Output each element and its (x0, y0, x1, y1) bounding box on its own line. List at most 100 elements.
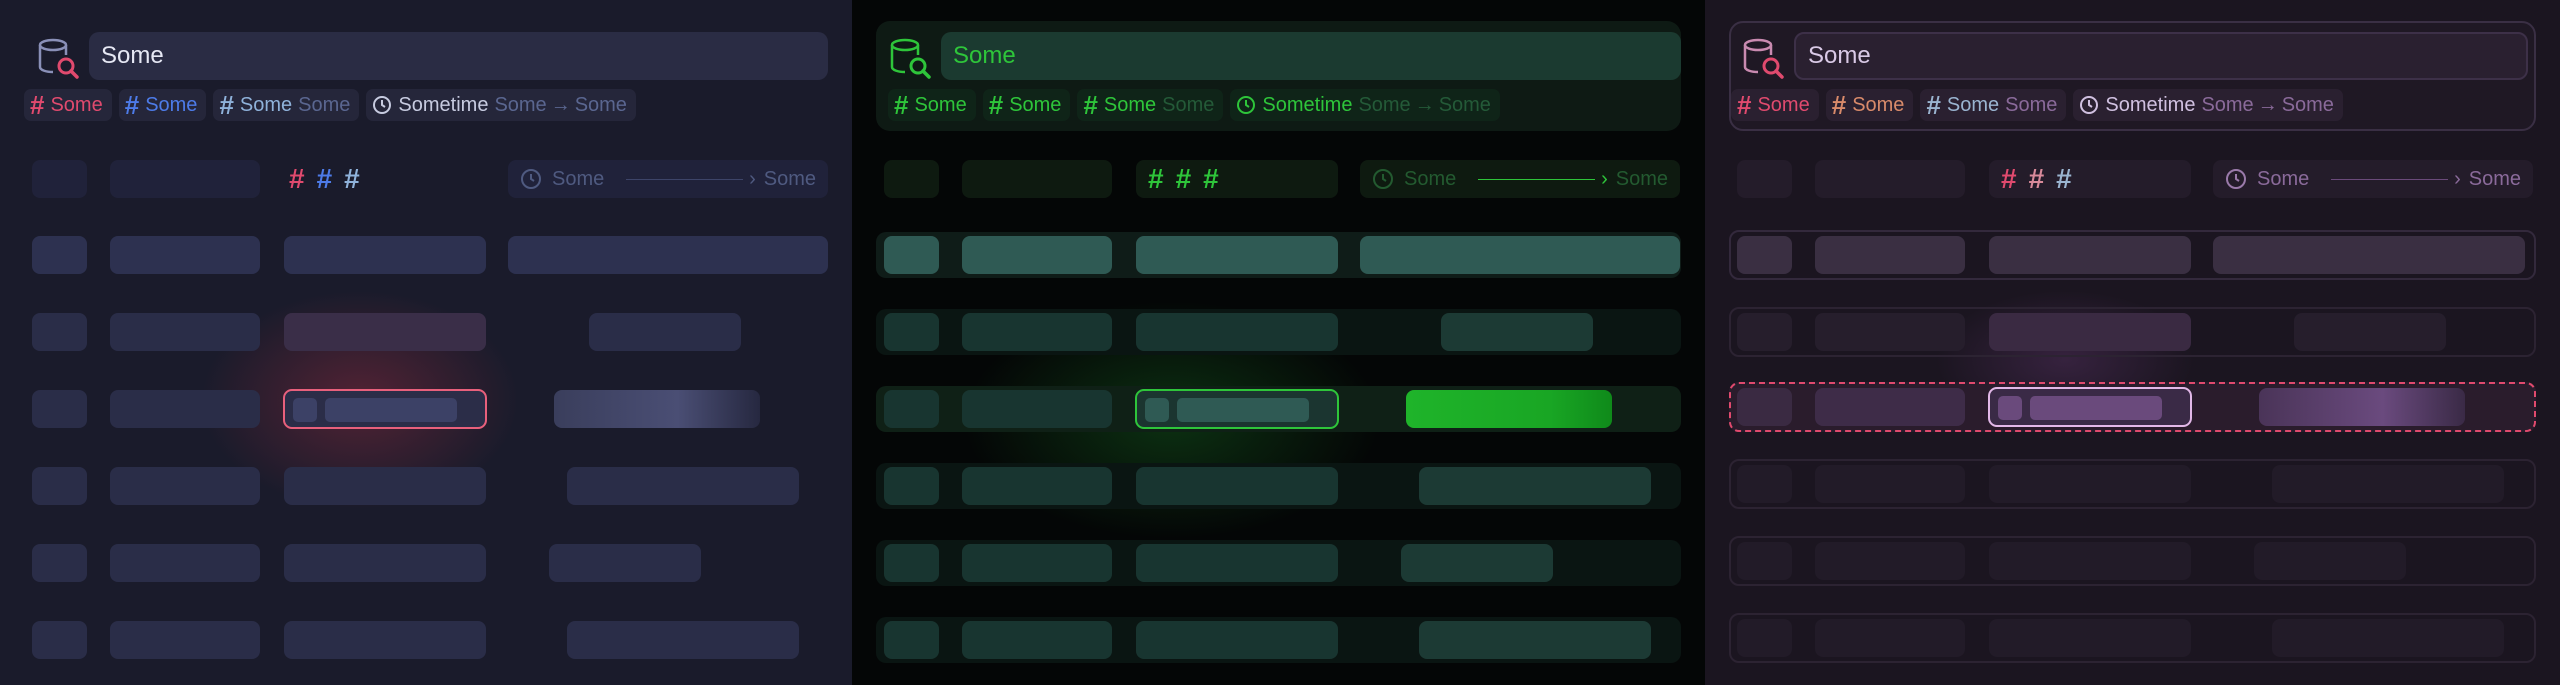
chip-sublabel: Some (2005, 93, 2058, 116)
chip-label: Sometime (1262, 93, 1353, 116)
database-search-icon (38, 38, 79, 79)
search-header: Some # Some # Some # Some Some Sometime … (1729, 21, 2536, 131)
search-header: Some # Some # Some # Some Some Sometime … (24, 21, 828, 131)
duration-bar (554, 390, 760, 428)
time-from: Some (1404, 167, 1457, 190)
filter-chip[interactable]: # Some (982, 89, 1071, 121)
hash-icon: # (2028, 163, 2045, 194)
arrow-right-icon: → (550, 93, 571, 116)
selected-cell[interactable] (1988, 387, 2192, 427)
table-row[interactable] (1729, 230, 2536, 280)
chip-label: Some (1946, 93, 2000, 116)
column-header: # # # Some › Some (24, 160, 828, 198)
table-row[interactable] (876, 540, 1681, 586)
table-row[interactable] (24, 467, 828, 505)
time-from: Some (494, 93, 547, 116)
filter-chip[interactable]: # Some Some (1920, 89, 2067, 121)
time-range-chip[interactable]: Sometime Some → Some (366, 89, 636, 121)
table-row[interactable] (876, 617, 1681, 663)
table-row[interactable] (24, 621, 828, 659)
clock-icon (521, 169, 541, 189)
hash-icon: # (988, 90, 1004, 120)
panel-green: Some # Some # Some # Some Some Sometime … (852, 0, 1705, 685)
arrow-right-icon: › (749, 167, 756, 190)
time-range-chip[interactable]: Sometime Some → Some (1230, 89, 1500, 121)
time-to: Some (763, 167, 816, 190)
time-to: Some (2468, 167, 2521, 190)
table-row[interactable] (876, 232, 1681, 278)
hash-icon: # (2001, 163, 2017, 194)
chip-label: Some (1852, 93, 1905, 116)
column-header: # # # Some › Some (1729, 160, 2536, 198)
hash-icon: # (289, 163, 305, 194)
arrow-line (2331, 178, 2449, 180)
clock-icon (373, 96, 392, 114)
duration-bar (1406, 390, 1612, 428)
column-header: # # # Some › Some (876, 160, 1681, 198)
panel-dark: Some # Some # Some # Some Some Sometime … (0, 0, 852, 685)
filter-chip[interactable]: # Some Some (1077, 89, 1224, 121)
time-to: Some (574, 93, 627, 116)
chip-label: Some (1009, 93, 1062, 116)
time-range-header: Some › Some (1360, 160, 1680, 198)
table-row[interactable] (1729, 459, 2536, 509)
search-header: Some # Some # Some # Some Some Sometime … (876, 21, 1681, 131)
table-row[interactable] (1729, 307, 2536, 357)
search-input[interactable]: Some (89, 32, 828, 80)
table-row[interactable] (1729, 613, 2536, 663)
table-row[interactable] (1729, 536, 2536, 586)
table-row[interactable] (876, 463, 1681, 509)
table-row[interactable] (876, 309, 1681, 355)
hash-icon: # (2056, 163, 2072, 194)
hash-icon: # (124, 90, 140, 120)
chip-label: Some (145, 93, 198, 116)
filter-chips: # Some # Some # Some Some Sometime Some … (24, 89, 636, 121)
hash-icon: # (316, 163, 333, 194)
search-input[interactable]: Some (941, 32, 1681, 80)
search-value: Some (953, 42, 1016, 69)
table-row-selected[interactable] (876, 386, 1681, 432)
time-range-chip[interactable]: Sometime Some → Some (2073, 89, 2343, 121)
time-to: Some (2281, 93, 2334, 116)
hash-icon: # (30, 90, 45, 120)
hash-icon: # (1083, 90, 1098, 120)
arrow-right-icon: → (1414, 93, 1435, 116)
clock-icon (1237, 96, 1256, 114)
database-search-icon (890, 38, 931, 79)
clock-icon (1373, 169, 1393, 189)
selected-cell[interactable] (1135, 389, 1339, 429)
database-search-icon (1743, 38, 1784, 79)
time-from: Some (2257, 167, 2310, 190)
chip-label: Some (914, 93, 967, 116)
hash-icon: # (1175, 163, 1192, 194)
table-row[interactable] (24, 236, 828, 274)
table-row[interactable] (24, 544, 828, 582)
chip-sublabel: Some (1162, 93, 1215, 116)
table-row-selected[interactable] (24, 389, 828, 429)
clock-icon (2226, 169, 2246, 189)
time-from: Some (2201, 93, 2254, 116)
filter-chip[interactable]: # Some (24, 89, 112, 121)
filter-chip[interactable]: # Some Some (213, 89, 360, 121)
search-value: Some (101, 42, 164, 69)
chip-label: Sometime (398, 93, 489, 116)
panel-purple: Some # Some # Some # Some Some Sometime … (1705, 0, 2560, 685)
selected-cell[interactable] (283, 389, 487, 429)
time-from: Some (552, 167, 605, 190)
time-to: Some (1438, 93, 1491, 116)
arrow-right-icon: › (1601, 167, 1608, 190)
filter-chip[interactable]: # Some (118, 89, 207, 121)
chip-label: Sometime (2105, 93, 2196, 116)
duration-bar (2259, 388, 2465, 426)
time-range-header: Some › Some (508, 160, 828, 198)
filter-chip[interactable]: # Some (1825, 89, 1914, 121)
search-value: Some (1808, 42, 1871, 69)
table-row[interactable] (24, 313, 828, 351)
hash-icon: # (1926, 90, 1941, 120)
table-row-selected[interactable] (1729, 382, 2536, 432)
filter-chip[interactable]: # Some (1731, 89, 1819, 121)
filter-chip[interactable]: # Some (888, 89, 976, 121)
search-input[interactable]: Some (1794, 32, 2528, 80)
hash-icon: # (344, 163, 360, 194)
time-to: Some (1615, 167, 1668, 190)
